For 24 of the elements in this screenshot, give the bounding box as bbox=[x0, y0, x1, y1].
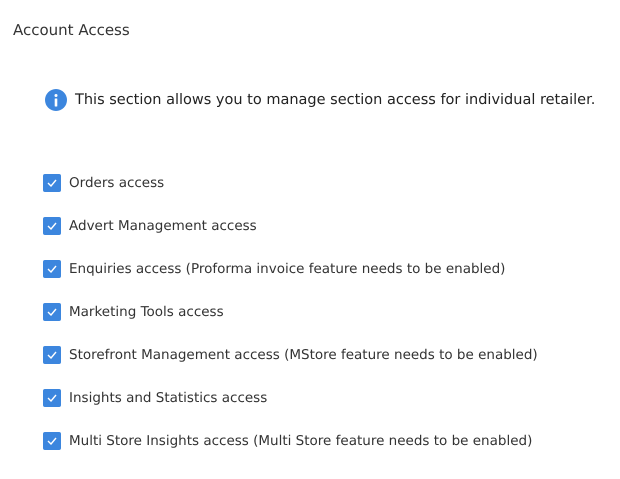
check-icon bbox=[47, 351, 57, 359]
checkbox-label: Multi Store Insights access (Multi Store feature needs to be enabled) bbox=[69, 432, 532, 450]
checkbox[interactable] bbox=[43, 217, 61, 235]
checkbox[interactable] bbox=[43, 174, 61, 192]
checkbox-label: Marketing Tools access bbox=[69, 303, 224, 321]
checkbox-label: Insights and Statistics access bbox=[69, 389, 268, 407]
check-icon bbox=[47, 179, 57, 187]
checkbox-label: Enquiries access (Proforma invoice feature needs to be enabled) bbox=[69, 260, 506, 278]
checkbox-label: Storefront Management access (MStore feature needs to be enabled) bbox=[69, 346, 538, 364]
check-icon bbox=[47, 308, 57, 316]
checkbox-label: Orders access bbox=[69, 174, 164, 192]
check-icon bbox=[47, 265, 57, 273]
info-text: This section allows you to manage section access for individual retailer. bbox=[75, 92, 596, 108]
checkbox[interactable] bbox=[43, 260, 61, 278]
checkbox[interactable] bbox=[43, 432, 61, 450]
info-icon bbox=[45, 89, 67, 111]
checkbox[interactable] bbox=[43, 389, 61, 407]
checkbox-label: Advert Management access bbox=[69, 217, 257, 235]
check-icon bbox=[47, 222, 57, 230]
check-icon bbox=[47, 437, 57, 445]
checkbox[interactable] bbox=[43, 303, 61, 321]
section-title: Account Access bbox=[13, 20, 131, 40]
checkbox[interactable] bbox=[43, 346, 61, 364]
check-icon bbox=[47, 394, 57, 402]
